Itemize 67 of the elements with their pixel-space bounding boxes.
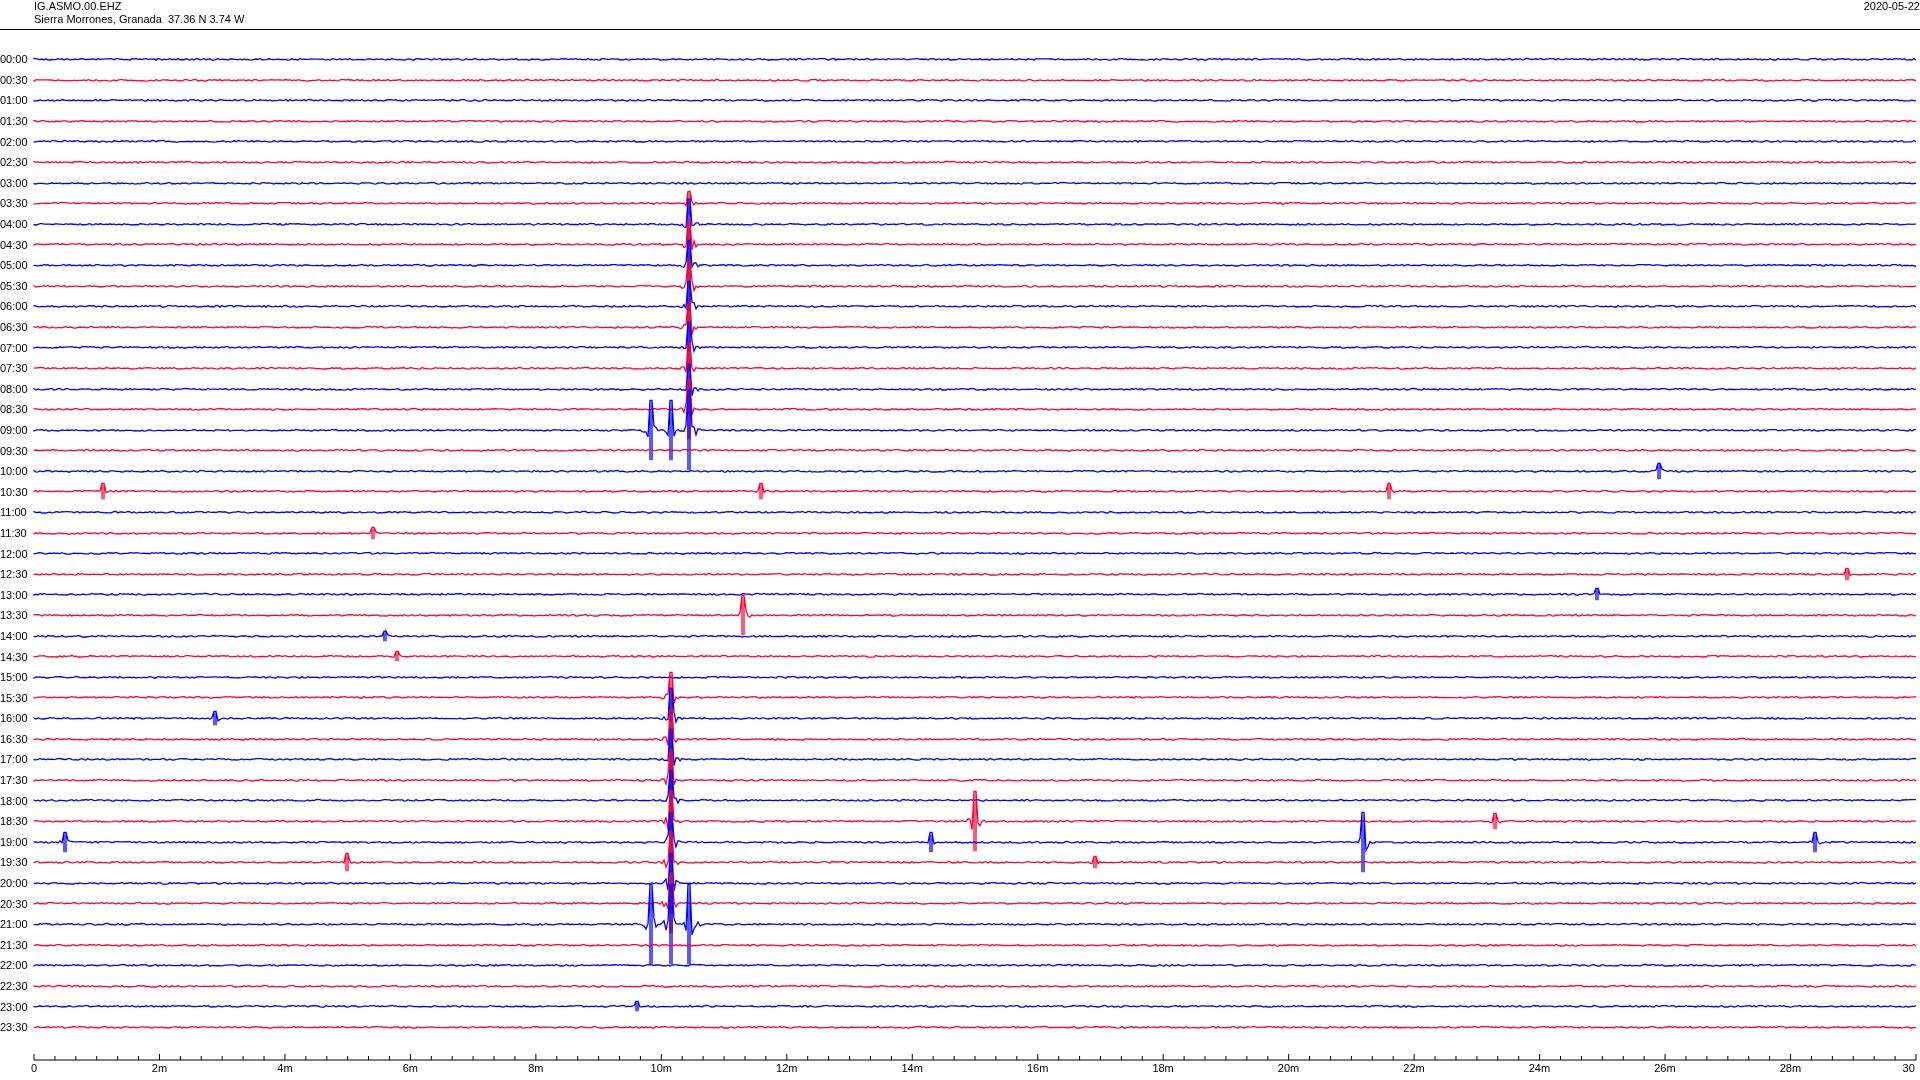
time-label: 11:00 — [0, 506, 28, 519]
axis-tick-label: 24m — [1527, 1062, 1552, 1074]
axis-tick-label: 14m — [900, 1062, 924, 1074]
axis-tick-label: 12m — [775, 1062, 799, 1074]
time-label: 16:30 — [0, 732, 29, 745]
time-label: 13:00 — [0, 588, 29, 601]
time-label: 00:00 — [0, 53, 29, 66]
axis-tick-label: 20m — [1276, 1062, 1301, 1074]
time-label: 09:30 — [0, 444, 29, 457]
time-label: 10:00 — [0, 465, 29, 478]
time-label: 09:00 — [0, 424, 29, 436]
time-label: 23:30 — [0, 1021, 29, 1034]
axis-tick-label: 2m — [150, 1062, 169, 1074]
time-label: 01:30 — [0, 115, 29, 128]
time-label: 15:00 — [0, 671, 29, 684]
time-label: 13:30 — [0, 609, 29, 622]
time-label: 04:00 — [0, 218, 29, 231]
axis-tick-label: 28m — [1778, 1062, 1803, 1074]
time-label: 05:30 — [0, 279, 29, 292]
time-label: 04:30 — [0, 238, 29, 251]
time-label: 07:00 — [0, 341, 29, 354]
time-label: 12:00 — [0, 547, 29, 560]
time-label: 18:30 — [0, 815, 29, 828]
time-label: 16:00 — [0, 712, 29, 725]
axis-tick-label: 30 — [1901, 1062, 1915, 1074]
axis-tick-label: 26m — [1653, 1062, 1677, 1074]
axis-tick-label: 0 — [29, 1062, 39, 1074]
time-label: 20:00 — [0, 877, 29, 890]
time-label: 22:30 — [0, 980, 29, 992]
time-label: 03:30 — [0, 197, 29, 210]
time-label: 12:30 — [0, 568, 29, 581]
time-label: 20:30 — [0, 897, 29, 910]
axis-tick-label: 22m — [1402, 1062, 1426, 1074]
date-label: 2020-05-22 — [1863, 0, 1920, 14]
time-label: 11:30 — [0, 526, 28, 539]
time-label: 18:00 — [0, 794, 29, 807]
axis-tick-label: 8m — [527, 1062, 545, 1074]
time-label: 17:00 — [0, 753, 29, 766]
time-label: 19:30 — [0, 856, 29, 869]
station-code: IG.ASMO.00.EHZ — [34, 0, 123, 13]
time-label: 05:00 — [0, 259, 29, 272]
axis-tick-label: 16m — [1025, 1062, 1050, 1074]
time-label: 21:00 — [0, 918, 29, 931]
time-label: 08:30 — [0, 403, 29, 416]
time-label: 14:30 — [0, 650, 29, 663]
time-label: 01:00 — [0, 94, 29, 107]
axis-tick-label: 18m — [1151, 1062, 1175, 1074]
time-label: 23:00 — [0, 1000, 29, 1013]
time-label: 14:00 — [0, 629, 29, 642]
time-label: 22:00 — [0, 959, 29, 972]
time-label: 06:30 — [0, 321, 29, 333]
axis-tick-label: 10m — [649, 1062, 673, 1074]
time-label: 02:30 — [0, 156, 29, 169]
time-label: 15:30 — [0, 691, 29, 704]
time-label: 03:00 — [0, 176, 29, 189]
time-label: 21:30 — [0, 938, 29, 951]
time-label: 08:00 — [0, 382, 29, 395]
station-location: Sierra Morrones, Granada 37.36 N 3.74 W — [34, 13, 245, 26]
time-label: 07:30 — [0, 362, 29, 375]
time-label: 19:00 — [0, 835, 29, 848]
axis-tick-label: 6m — [401, 1062, 419, 1074]
time-label: 02:00 — [0, 135, 29, 148]
time-label: 10:30 — [0, 485, 29, 498]
time-label: 06:00 — [0, 300, 29, 313]
axis-tick-label: 4m — [276, 1062, 294, 1074]
time-label: 17:30 — [0, 774, 29, 787]
time-label: 00:30 — [0, 73, 29, 86]
